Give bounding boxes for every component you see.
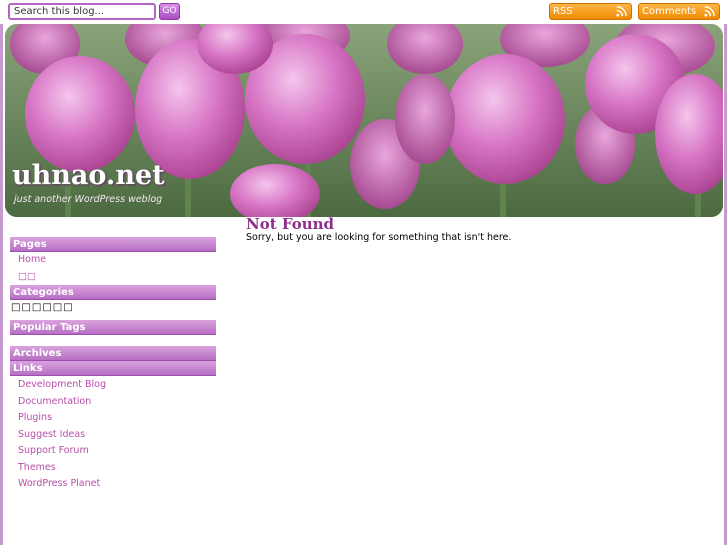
archives-widget-title: Archives	[10, 346, 216, 361]
search-input[interactable]	[8, 3, 156, 20]
site-title[interactable]: uhnao.net	[12, 160, 165, 191]
comments-feed-icon	[704, 6, 715, 17]
comments-feed-button[interactable]: Comments	[638, 3, 720, 20]
categories-widget-title: Categories	[10, 285, 216, 300]
link-themes[interactable]: Themes	[10, 460, 216, 477]
links-widget-title: Links	[10, 361, 216, 376]
rss-feed-icon	[616, 6, 627, 17]
link-support-forum[interactable]: Support Forum	[10, 443, 216, 460]
top-bar: GO RSS Comments	[0, 0, 727, 24]
link-development-blog[interactable]: Development Blog	[10, 377, 216, 394]
pages-widget-title: Pages	[10, 237, 216, 252]
link-documentation[interactable]: Documentation	[10, 394, 216, 411]
popular-tags-spacer	[10, 335, 216, 346]
site-header: uhnao.net just another WordPress weblog	[5, 24, 723, 217]
search-go-button[interactable]: GO	[159, 3, 180, 20]
not-found-message: Sorry, but you are looking for something…	[246, 232, 512, 243]
link-wordpress-planet[interactable]: WordPress Planet	[10, 476, 216, 493]
link-suggest-ideas[interactable]: Suggest Ideas	[10, 427, 216, 444]
page-link-home[interactable]: Home	[10, 252, 216, 269]
rss-label: RSS	[553, 6, 573, 17]
popular-tags-widget-title: Popular Tags	[10, 320, 216, 335]
links-list: Development Blog Documentation Plugins S…	[10, 377, 216, 493]
categories-text[interactable]: □□□□□□	[10, 300, 216, 320]
main-content: Not Found Sorry, but you are looking for…	[246, 216, 716, 243]
pages-list: Home □□	[10, 252, 216, 285]
site-tagline: just another WordPress weblog	[14, 194, 163, 205]
comments-label: Comments	[642, 6, 697, 17]
link-plugins[interactable]: Plugins	[10, 410, 216, 427]
sidebar: Pages Home □□ Categories □□□□□□ Popular …	[10, 237, 216, 493]
rss-button[interactable]: RSS	[549, 3, 632, 20]
page-title: Not Found	[246, 215, 335, 233]
page-link[interactable]: □□	[10, 269, 216, 286]
